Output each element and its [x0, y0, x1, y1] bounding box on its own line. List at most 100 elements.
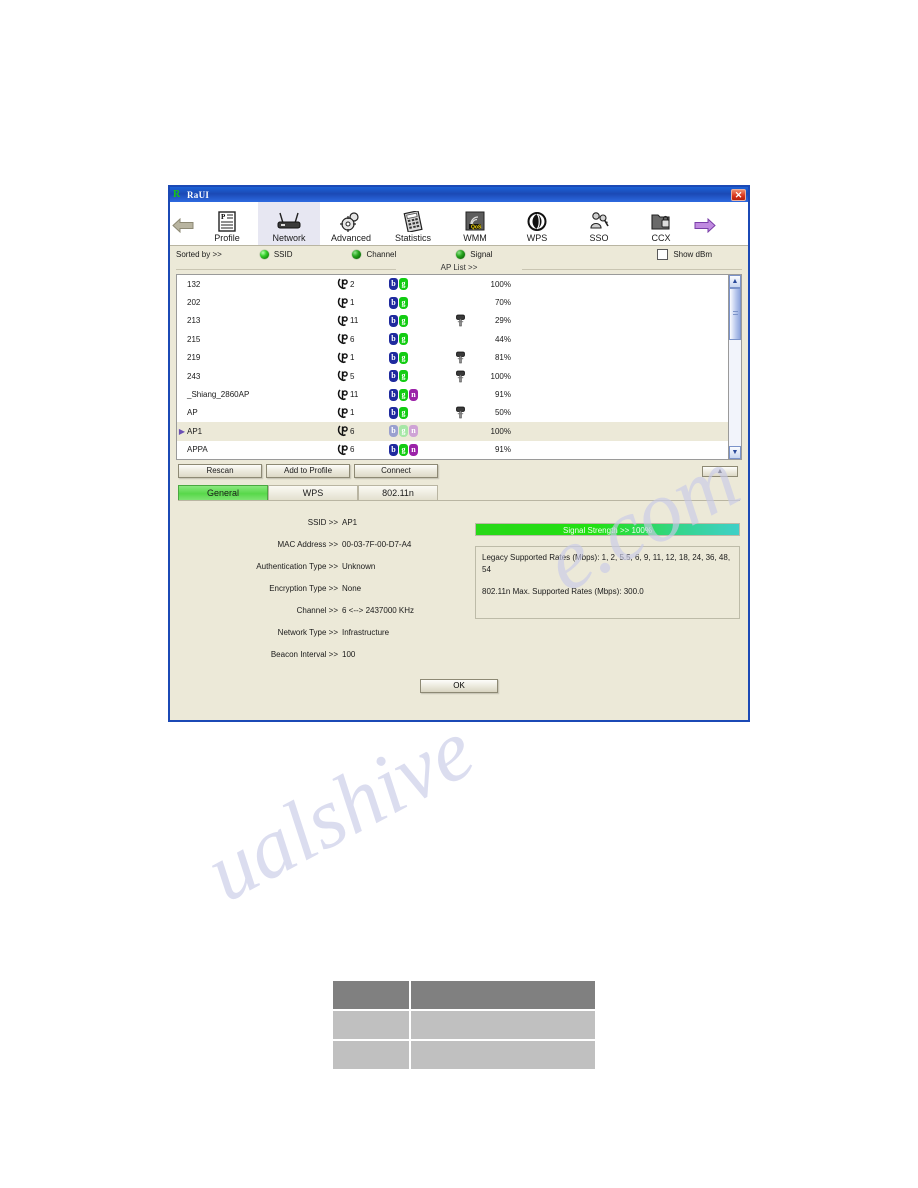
table-row[interactable]: 243 5 b g 100% [177, 367, 728, 385]
capability-badge-g: g [399, 314, 408, 327]
tab-profile[interactable]: P Profile [196, 202, 258, 245]
table-row [333, 1041, 595, 1069]
folder-lock-icon [650, 209, 672, 233]
sort-option-channel[interactable]: Channel [352, 250, 396, 259]
tab-sso[interactable]: SSO [568, 202, 630, 245]
raui-window: R RaUI ✕ P Profile Network Advanced Stat… [168, 185, 750, 722]
table-row[interactable]: ▶ AP1 6 b g n 100% [177, 422, 728, 441]
bottom-table-grid [331, 979, 597, 1071]
ap-channel: 6 [337, 333, 389, 345]
ap-signal-bar [517, 353, 728, 363]
sort-option-ssid[interactable]: SSID [259, 250, 292, 259]
scroll-up-arrow-icon[interactable]: ▲ [729, 275, 741, 288]
profile-document-icon: P [218, 209, 236, 233]
ap-signal-percent: 100% [490, 279, 511, 289]
detail-field-key: Encryption Type >> [269, 583, 338, 593]
tab-general[interactable]: General [178, 485, 268, 500]
detail-tabs: General WPS 802.11n [178, 484, 740, 501]
ap-signal-percent: 91% [494, 390, 511, 400]
table-row[interactable]: APPA 6 b g n 91% [177, 441, 728, 459]
rescan-button[interactable]: Rescan [178, 464, 262, 478]
detail-field-key: SSID >> [307, 517, 338, 527]
n-rates-text: 802.11n Max. Supported Rates (Mbps): 300… [482, 587, 644, 596]
lock-icon [447, 351, 473, 364]
add-to-profile-button[interactable]: Add to Profile [266, 464, 350, 478]
table-row[interactable]: 213 11 b g 29% [177, 312, 728, 330]
capability-badge-b: b [389, 370, 398, 383]
ap-list-rows: 132 2 b g 100% 202 1 b g 70% 213 11 b g 29% 215 6 b g 44% 21… [177, 275, 728, 459]
ap-channel: 11 [337, 315, 389, 327]
ap-list[interactable]: 132 2 b g 100% 202 1 b g 70% 213 11 b g 29% 215 6 b g 44% 21… [176, 274, 742, 460]
table-row[interactable]: AP 1 b g 50% [177, 404, 728, 422]
detail-panel: General WPS 802.11n SSID >> AP1 MAC Addres… [178, 484, 740, 693]
supported-rates-box: Legacy Supported Rates (Mbps): 1, 2, 5.5… [475, 546, 740, 619]
table-cell [411, 1041, 595, 1069]
ap-list-scrollbar[interactable]: ▲ ▼ [728, 275, 741, 459]
window-title: RaUI [187, 189, 210, 200]
tab-80211n[interactable]: 802.11n [358, 485, 438, 500]
ap-channel: 1 [337, 297, 389, 309]
next-arrow-icon[interactable] [692, 205, 718, 245]
detail-field-value: None [342, 583, 362, 593]
tab-advanced[interactable]: Advanced [320, 202, 382, 245]
tab-wps[interactable]: WPS [506, 202, 568, 245]
ap-capability-badges: bg [389, 296, 447, 309]
r-logo-icon: R [173, 188, 181, 200]
checkbox-icon [657, 249, 669, 260]
ap-signal-bar [517, 390, 728, 400]
tab-network[interactable]: Network [258, 202, 320, 245]
ap-signal-percent: 100% [490, 426, 511, 436]
ap-signal-percent: 81% [494, 353, 511, 363]
green-led-icon [259, 250, 269, 259]
ap-action-buttons: Rescan Add to Profile Connect ▲ [170, 460, 748, 478]
ap-signal-percent: 44% [494, 334, 511, 344]
connect-button[interactable]: Connect [354, 464, 438, 478]
show-dbm-label: Show dBm [673, 250, 712, 259]
tab-wps-label: WPS [526, 233, 548, 243]
ap-ssid: 215 [187, 334, 201, 344]
scroll-down-arrow-icon[interactable]: ▼ [729, 446, 741, 459]
table-cell [411, 1011, 595, 1039]
ap-capability-badges: bgn [389, 388, 447, 401]
table-row[interactable]: 219 1 b g 81% [177, 349, 728, 367]
table-row[interactable]: 202 1 b g 70% [177, 293, 728, 311]
tab-ccx[interactable]: CCX [630, 202, 692, 245]
table-row[interactable]: 215 6 b g 44% [177, 330, 728, 348]
scrollbar-thumb[interactable] [729, 288, 741, 340]
ok-button[interactable]: OK [420, 679, 498, 693]
sort-bar: Sorted by >> SSID Channel Signal Show dB… [170, 246, 748, 263]
detail-field: Channel >> 6 <--> 2437000 KHz [178, 599, 469, 621]
show-dbm-checkbox[interactable]: Show dBm [657, 249, 712, 260]
sort-option-signal[interactable]: Signal [456, 250, 493, 259]
ap-channel: 6 [337, 425, 389, 437]
tab-profile-label: Profile [214, 233, 240, 243]
ap-signal-bar [517, 445, 728, 455]
collapse-up-arrow-icon[interactable]: ▲ [702, 465, 738, 477]
ap-signal-bar [517, 371, 728, 381]
close-icon[interactable]: ✕ [731, 188, 746, 201]
prev-arrow-icon[interactable] [170, 205, 196, 245]
capability-badge-g: g [399, 370, 408, 383]
detail-field: MAC Address >> 00-03-7F-00-D7-A4 [178, 533, 469, 555]
detail-field-value: 100 [342, 649, 356, 659]
ap-signal-bar [517, 408, 728, 418]
tab-wps-detail[interactable]: WPS [268, 485, 358, 500]
tab-statistics[interactable]: Statistics [382, 202, 444, 245]
table-row[interactable]: _Shiang_2860AP 11 b g n 91% [177, 385, 728, 403]
ap-capability-badges: bgn [389, 425, 447, 438]
selected-row-marker-icon: ▶ [178, 426, 186, 436]
tab-statistics-label: Statistics [394, 233, 431, 243]
detail-field-value: Unknown [342, 561, 376, 571]
capability-badge-g: g [399, 351, 408, 364]
ap-ssid: 243 [187, 371, 201, 381]
ap-channel: 6 [337, 444, 389, 456]
scrollbar-track[interactable] [729, 288, 741, 446]
tab-wmm[interactable]: QoS WMM [444, 202, 506, 245]
ap-signal-bar [517, 298, 728, 308]
ap-ssid: AP1 [187, 426, 203, 436]
ap-capability-badges: bg [389, 333, 447, 346]
ap-signal-percent: 91% [494, 445, 511, 455]
table-header-cell [411, 981, 595, 1009]
tab-ccx-label: CCX [651, 233, 671, 243]
table-row[interactable]: 132 2 b g 100% [177, 275, 728, 293]
